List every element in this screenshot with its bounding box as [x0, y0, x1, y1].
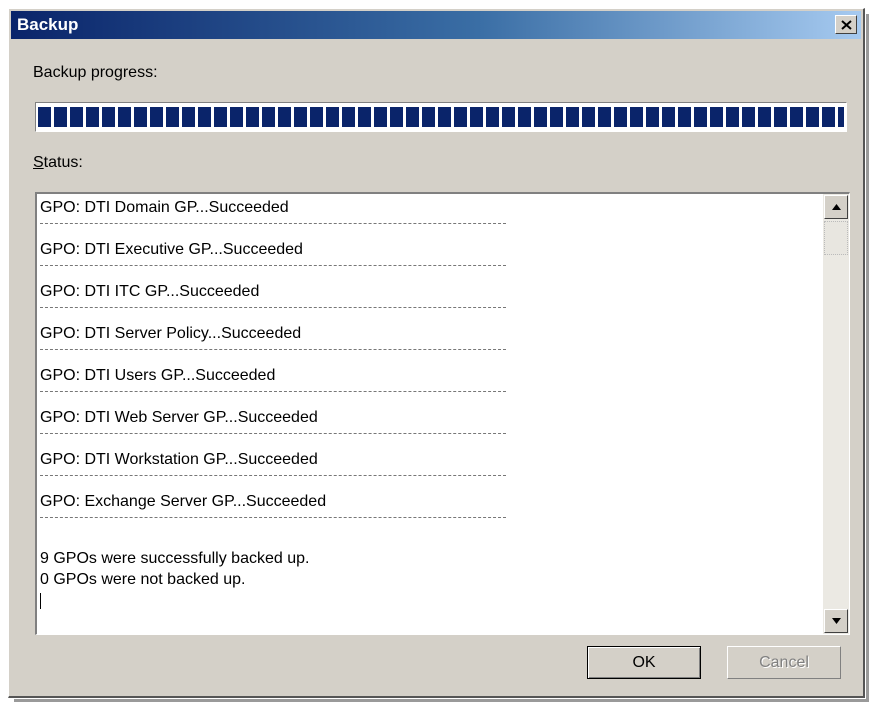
summary-failed: 0 GPOs were not backed up.	[40, 571, 246, 588]
separator-line	[40, 433, 506, 434]
title-bar[interactable]: Backup	[11, 11, 861, 39]
status-entry: GPO: Exchange Server GP...Succeeded	[40, 492, 810, 534]
vertical-scrollbar[interactable]	[823, 194, 849, 634]
arrow-down-icon	[831, 618, 841, 624]
separator-line	[40, 223, 506, 224]
status-entry: GPO: DTI Server Policy...Succeeded	[40, 324, 810, 366]
status-entry-text: GPO: DTI Executive GP...Succeeded	[40, 241, 303, 258]
cancel-button[interactable]: Cancel	[727, 646, 841, 679]
close-button[interactable]	[835, 15, 857, 34]
summary-success: 9 GPOs were successfully backed up.	[40, 550, 310, 567]
backup-progress-bar	[35, 102, 847, 132]
separator-line	[40, 307, 506, 308]
progress-fill	[38, 107, 844, 127]
status-entry: GPO: DTI Executive GP...Succeeded	[40, 240, 810, 282]
separator-line	[40, 475, 506, 476]
status-entry: GPO: DTI Domain GP...Succeeded	[40, 198, 810, 240]
separator-line	[40, 265, 506, 266]
status-entry: GPO: DTI Users GP...Succeeded	[40, 366, 810, 408]
separator-line	[40, 391, 506, 392]
separator-line	[40, 517, 506, 518]
status-entry: GPO: DTI Workstation GP...Succeeded	[40, 450, 810, 492]
scroll-down-button[interactable]	[824, 609, 848, 633]
backup-progress-label: Backup progress:	[33, 64, 158, 81]
scroll-up-button[interactable]	[824, 195, 848, 219]
status-entry: GPO: DTI ITC GP...Succeeded	[40, 282, 810, 324]
status-entry-text: GPO: DTI Domain GP...Succeeded	[40, 199, 289, 216]
text-caret	[40, 593, 41, 609]
status-entry-text: GPO: Exchange Server GP...Succeeded	[40, 493, 327, 510]
window-shadow-bottom	[14, 699, 869, 702]
summary: 9 GPOs were successfully backed up. 0 GP…	[40, 548, 810, 609]
window-title: Backup	[17, 15, 79, 34]
status-entry-text: GPO: DTI Web Server GP...Succeeded	[40, 409, 318, 426]
scroll-thumb[interactable]	[824, 221, 848, 255]
status-entry-text: GPO: DTI ITC GP...Succeeded	[40, 283, 260, 300]
status-entry-text: GPO: DTI Users GP...Succeeded	[40, 367, 276, 384]
backup-dialog: Backup Backup progress: Status: GPO: DTI…	[8, 8, 865, 698]
status-text: GPO: DTI Domain GP...Succeeded GPO: DTI …	[40, 198, 810, 609]
separator-line	[40, 349, 506, 350]
status-textbox[interactable]: GPO: DTI Domain GP...Succeeded GPO: DTI …	[35, 192, 850, 635]
status-entry-text: GPO: DTI Workstation GP...Succeeded	[40, 451, 318, 468]
status-label: Status:	[33, 154, 83, 171]
ok-button[interactable]: OK	[587, 646, 701, 679]
status-entry-text: GPO: DTI Server Policy...Succeeded	[40, 325, 302, 342]
status-entry: GPO: DTI Web Server GP...Succeeded	[40, 408, 810, 450]
close-icon	[840, 19, 852, 30]
arrow-up-icon	[831, 204, 841, 210]
